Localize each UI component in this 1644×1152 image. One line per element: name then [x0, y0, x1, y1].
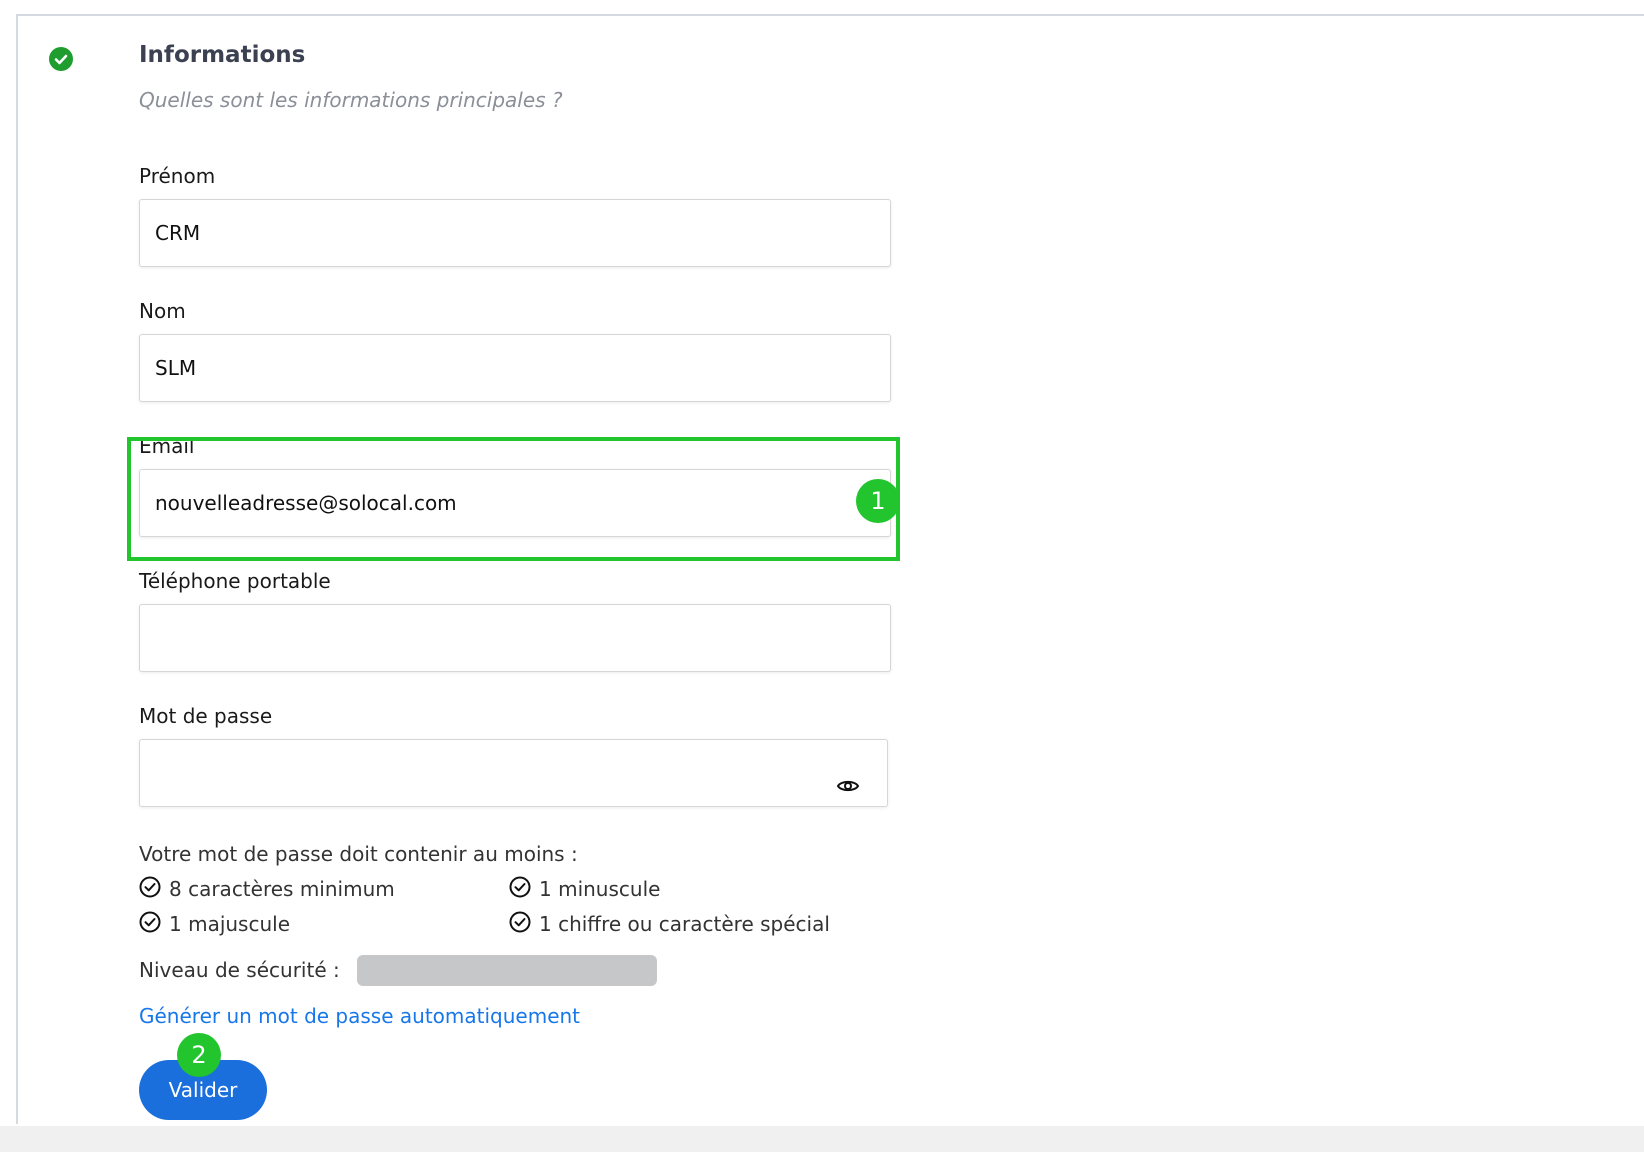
telephone-input[interactable]: [139, 604, 891, 672]
nom-label: Nom: [139, 299, 186, 323]
nom-input[interactable]: SLM: [139, 334, 891, 402]
security-level-bar: [357, 955, 657, 986]
security-level-label: Niveau de sécurité :: [139, 958, 340, 982]
check-icon: [509, 911, 531, 933]
prenom-input[interactable]: CRM: [139, 199, 891, 267]
rule-text: 8 caractères minimum: [169, 877, 395, 901]
generate-password-link[interactable]: Générer un mot de passe automatiquement: [139, 1004, 580, 1028]
password-rules-intro: Votre mot de passe doit contenir au moin…: [139, 842, 578, 866]
check-icon: [509, 876, 531, 898]
email-highlight-box: [127, 437, 900, 561]
rule-item: 8 caractères minimum: [139, 876, 395, 901]
rule-text: 1 majuscule: [169, 912, 291, 936]
check-icon: [139, 876, 161, 898]
section-subtitle: Quelles sont les informations principale…: [139, 88, 563, 112]
check-icon: [139, 911, 161, 933]
section-title: Informations: [139, 42, 306, 68]
password-input[interactable]: [139, 739, 888, 807]
rule-text: 1 minuscule: [539, 877, 661, 901]
annotation-badge-2: 2: [177, 1033, 221, 1077]
prenom-label: Prénom: [139, 164, 216, 188]
rule-item: 1 minuscule: [509, 876, 660, 901]
page: Informations Quelles sont les informatio…: [0, 0, 1644, 1152]
check-circle-icon: [49, 47, 73, 71]
rule-item: 1 majuscule: [139, 911, 290, 936]
eye-icon[interactable]: [836, 774, 860, 798]
rule-text: 1 chiffre ou caractère spécial: [539, 912, 830, 936]
footer-band: [0, 1126, 1644, 1152]
password-label: Mot de passe: [139, 704, 273, 728]
rule-item: 1 chiffre ou caractère spécial: [509, 911, 830, 936]
telephone-label: Téléphone portable: [139, 569, 331, 593]
annotation-badge-1: 1: [856, 479, 900, 523]
